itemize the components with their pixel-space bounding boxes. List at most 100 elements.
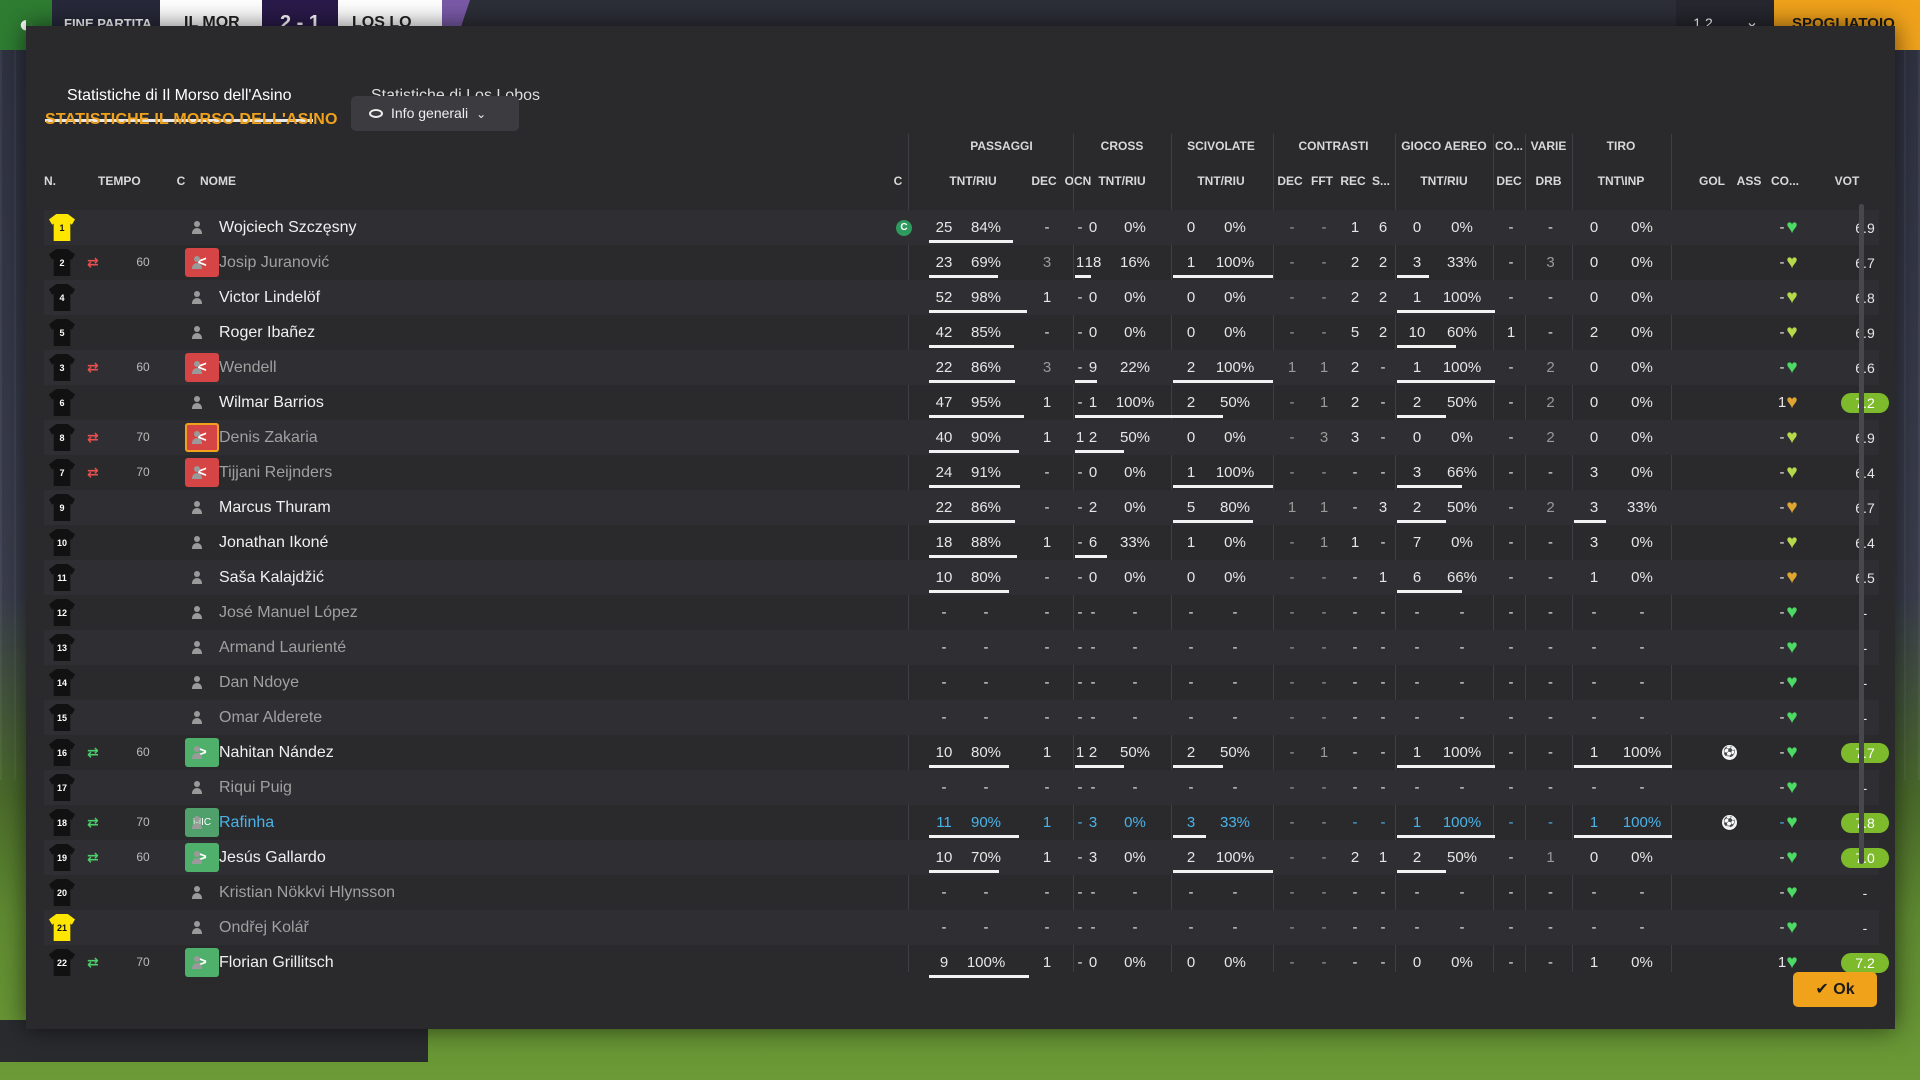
fouls: - <box>1321 289 1327 306</box>
player-row[interactable]: 4 Victor Lindelöf 52 98% 1-0 0% 0 0% - -2 2 1 100% - -… <box>44 280 1879 315</box>
key-decisive: - <box>1508 674 1514 691</box>
player-name[interactable]: Jonathan Ikoné <box>219 525 328 560</box>
player-name[interactable]: Victor Lindelöf <box>219 280 320 315</box>
morale-heart-icon: ♥ <box>1786 322 1798 343</box>
player-name[interactable]: Wilmar Barrios <box>219 385 324 420</box>
player-name[interactable]: Florian Grillitsch <box>219 945 334 980</box>
ok-button[interactable]: ✔ Ok <box>1793 972 1877 1007</box>
clearances: - <box>1380 359 1386 376</box>
fouls: - <box>1321 954 1327 971</box>
shots-on-target-pct: 0% <box>1631 534 1653 551</box>
shirt-number-icon: 11 <box>49 564 75 591</box>
stat-bar <box>929 975 1029 978</box>
player-row[interactable]: 22 ⇄ 70 > Florian Grillitsch 9 100% 1-0 0% 0 0% - - -… <box>44 945 1889 980</box>
player-rating: 7.0 <box>1841 848 1889 868</box>
player-row[interactable]: 12 José Manuel López - - - - - - - - - - - - - - - - - - - ♥ - <box>44 595 1879 630</box>
player-profile-icon <box>191 676 203 689</box>
fouls: 1 <box>1319 499 1329 516</box>
player-stats-table: 1 Wojciech Szczęsny C 25 84% - -0 0% 0 0% - -1 6 0 0% -… <box>26 26 1895 1029</box>
player-row[interactable]: 20 Kristian Nökkvi Hlynsson - - - - - - - - - - - - - -… <box>44 875 1879 910</box>
player-name[interactable]: Josip Juranović <box>219 245 329 280</box>
player-name[interactable]: Wendell <box>219 350 277 385</box>
recoveries: - <box>1352 639 1358 656</box>
player-name[interactable]: Tijjani Reijnders <box>219 455 332 490</box>
shots: 0 <box>1589 219 1599 236</box>
contrasts-decisive: - <box>1289 849 1295 866</box>
player-name[interactable]: José Manuel López <box>219 595 358 630</box>
player-row[interactable]: 8 ⇄ 70 < Denis Zakaria 40 90% 1 1 2 50% 0 0% -3 3-0 0% -… <box>44 420 1879 455</box>
player-row[interactable]: 5 Roger Ibañez 42 85% - -0 0% 0 0% - -5 2 10 60% 1-2 0%… <box>44 315 1879 350</box>
shots: 0 <box>1589 849 1599 866</box>
player-row[interactable]: 21 Ondřej Kolář - - - - - - - - - - - - - - - - - - - ♥ - <box>44 910 1879 945</box>
player-name[interactable]: Denis Zakaria <box>219 420 318 455</box>
shirt-number-icon: 7 <box>49 459 75 486</box>
player-name[interactable]: Marcus Thuram <box>219 490 331 525</box>
contrasts-decisive: 1 <box>1287 359 1297 376</box>
match-stats-dialog: Statistiche di Il Morso dell'Asino Stati… <box>26 26 1895 1029</box>
clearances: - <box>1380 919 1386 936</box>
player-rating: 6.4 <box>1855 465 1875 481</box>
player-row[interactable]: 13 Armand Laurienté - - - - - - - - - - - - - - - - - - - ♥ - <box>44 630 1879 665</box>
player-row[interactable]: 9 Marcus Thuram 22 86% - -2 0% 5 80% 1 1-3 2 50% -2 3 3… <box>44 490 1879 525</box>
morale-heart-icon: ♥ <box>1786 357 1798 378</box>
contrasts-decisive: - <box>1289 744 1295 761</box>
player-row[interactable]: 7 ⇄ 70 < Tijjani Reijnders 24 91% - -0 0% 1 100% - - -… <box>44 455 1879 490</box>
player-name[interactable]: Rafinha <box>219 805 274 840</box>
player-row[interactable]: 11 Saša Kalajdžić 10 80% - -0 0% 0 0% - - -1 6 66% - -1… <box>44 560 1879 595</box>
clearances: - <box>1380 604 1386 621</box>
player-name[interactable]: Nahitan Nández <box>219 735 334 770</box>
tackles-won-pct: 0% <box>1224 534 1246 551</box>
morale-heart-icon: ♥ <box>1786 252 1798 273</box>
crosses-attempted: 0 <box>1088 464 1098 481</box>
key-decisive: - <box>1508 744 1514 761</box>
key-decisive: - <box>1508 779 1514 796</box>
shots-on-target-pct: 33% <box>1626 499 1658 516</box>
player-row[interactable]: 3 ⇄ 60 < Wendell 22 86% 3-9 22% 2 100% 1 1 2-1 100% -2 0… <box>44 350 1879 385</box>
player-row[interactable]: 15 Omar Alderete - - - - - - - - - - - - - - - - - - - ♥ - <box>44 700 1879 735</box>
scrollbar[interactable] <box>1859 204 1864 864</box>
clearances: - <box>1380 779 1386 796</box>
headers-won-pct: 0% <box>1451 429 1473 446</box>
player-name[interactable]: Jesús Gallardo <box>219 840 326 875</box>
tackles-attempted: - <box>1188 604 1194 621</box>
player-row[interactable]: 17 Riqui Puig - - - - - - - - - - - - - - - - - - - ♥ - <box>44 770 1879 805</box>
dribbles: 2 <box>1546 359 1555 376</box>
player-name[interactable]: Ondřej Kolář <box>219 910 309 945</box>
player-name[interactable]: Wojciech Szczęsny <box>219 210 357 245</box>
player-name[interactable]: Saša Kalajdžić <box>219 560 324 595</box>
player-name[interactable]: Kristian Nökkvi Hlynsson <box>219 875 395 910</box>
player-name[interactable]: Armand Laurienté <box>219 630 346 665</box>
stat-bar <box>929 555 1017 558</box>
player-row[interactable]: 1 Wojciech Szczęsny C 25 84% - -0 0% 0 0% - -1 6 0 0% -… <box>44 210 1879 245</box>
clearances: - <box>1380 639 1386 656</box>
player-name[interactable]: Roger Ibañez <box>219 315 315 350</box>
tackles-attempted: 0 <box>1186 954 1196 971</box>
fouls: 1 <box>1319 534 1329 551</box>
stat-bar <box>1173 765 1223 768</box>
clearances: 3 <box>1378 499 1388 516</box>
player-row[interactable]: 2 ⇄ 60 < Josip Juranović 23 69% 3 1 18 16% 1 100% - -2… <box>44 245 1879 280</box>
key-decisive: - <box>1508 639 1514 656</box>
player-row[interactable]: 6 Wilmar Barrios 47 95% 1-1 100% 2 50% -1 2-2 50% -… <box>44 385 1889 420</box>
dribbles: - <box>1548 324 1553 341</box>
player-name[interactable]: Omar Alderete <box>219 700 322 735</box>
morale-heart-icon: ♥ <box>1786 392 1798 413</box>
crosses-completed-pct: 0% <box>1124 954 1146 971</box>
tackles-won-pct: 0% <box>1224 219 1246 236</box>
player-name[interactable]: Dan Ndoye <box>219 665 299 700</box>
stat-bar <box>929 870 999 873</box>
player-name[interactable]: Riqui Puig <box>219 770 292 805</box>
shirt-number-icon: 18 <box>49 809 75 836</box>
player-row[interactable]: 18 ⇄ 70 MIC Rafinha 11 90% 1-3 0% 3 33% - - - -1 100% - -… <box>44 805 1889 840</box>
dribbles: - <box>1548 219 1553 236</box>
fouls: - <box>1321 604 1327 621</box>
morale-heart-icon: ♥ <box>1786 567 1798 588</box>
dribbles: - <box>1548 464 1553 481</box>
player-row[interactable]: 19 ⇄ 60 > Jesús Gallardo 10 70% 1-3 0% 2 100% - -2 1 2… <box>44 840 1889 875</box>
player-row[interactable]: 14 Dan Ndoye - - - - - - - - - - - - - - - - - - - ♥ - <box>44 665 1879 700</box>
player-row[interactable]: 16 ⇄ 60 > Nahitan Nández 10 80% 1 1 2 50% 2 50% -1- -1… <box>44 735 1889 770</box>
dribbles: - <box>1548 604 1553 621</box>
stat-bar <box>1397 345 1456 348</box>
player-row[interactable]: 10 Jonathan Ikoné 18 88% 1-6 33% 1 0% -1 1-7 0% - -3… <box>44 525 1879 560</box>
shirt-number-icon: 13 <box>49 634 75 661</box>
